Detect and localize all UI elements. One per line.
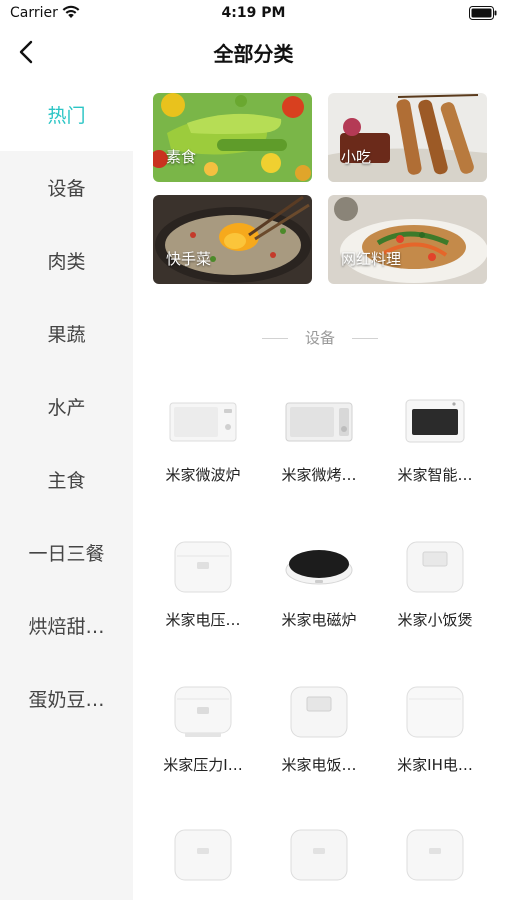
device-item[interactable] <box>377 823 493 885</box>
mini-rice-cooker-image <box>377 535 493 597</box>
sidebar-item-label: 果蔬 <box>47 324 86 346</box>
device-name: 米家IH电… <box>397 756 473 774</box>
microwave-oven-image <box>261 390 377 452</box>
sidebar-item-three-meals[interactable]: 一日三餐 <box>0 516 133 589</box>
quick-dish-photo <box>153 195 312 284</box>
hot-card-quick-dishes[interactable]: 快手菜 <box>153 195 312 284</box>
sidebar-item-dairy[interactable]: 蛋奶豆… <box>0 662 133 735</box>
status-bar: Carrier 4:19 PM <box>0 0 507 28</box>
sidebar-item-hot[interactable]: 热门 <box>0 78 133 151</box>
device-item[interactable]: 米家电饭… <box>261 680 377 775</box>
device-item[interactable]: 米家IH电… <box>377 680 493 775</box>
clock: 4:19 PM <box>221 5 286 21</box>
ih-rice-cooker-image <box>377 680 493 742</box>
pressure-cooker-image <box>145 680 261 742</box>
device-name: 米家智能… <box>397 466 473 484</box>
device-item[interactable]: 米家电磁炉 <box>261 535 377 630</box>
sidebar-item-label: 水产 <box>47 397 86 419</box>
navigation-bar: 全部分类 <box>0 28 507 78</box>
sidebar-item-produce[interactable]: 果蔬 <box>0 297 133 370</box>
microwave-image <box>145 390 261 452</box>
sidebar-item-label: 蛋奶豆… <box>28 689 105 711</box>
device-item[interactable]: 米家小饭煲 <box>377 535 493 630</box>
main-content: 素食 小吃 快手菜 网红料理 设备 米家微波炉 米家微烤… 米家智能… 米家电压… <box>133 78 507 900</box>
sidebar-item-label: 主食 <box>47 470 86 492</box>
divider-line <box>352 338 378 339</box>
device-item[interactable]: 米家压力I… <box>145 680 261 775</box>
device-item[interactable]: 米家电压… <box>145 535 261 630</box>
device-name: 米家压力I… <box>163 756 243 774</box>
hot-card-label: 快手菜 <box>166 250 212 268</box>
hot-card-vegetarian[interactable]: 素食 <box>153 93 312 182</box>
category-sidebar: 热门 设备 肉类 果蔬 水产 主食 一日三餐 烘焙甜… 蛋奶豆… <box>0 78 133 900</box>
device-name: 米家电压… <box>165 611 241 629</box>
sidebar-item-staples[interactable]: 主食 <box>0 443 133 516</box>
devices-section-title: 设备 <box>133 327 507 348</box>
devices-section-label: 设备 <box>304 329 335 347</box>
sidebar-item-label: 设备 <box>47 178 86 200</box>
hot-card-snacks[interactable]: 小吃 <box>328 93 487 182</box>
smart-oven-image <box>377 390 493 452</box>
sidebar-item-devices[interactable]: 设备 <box>0 151 133 224</box>
device-item[interactable]: 米家微烤… <box>261 390 377 485</box>
device-name: 米家微波炉 <box>165 466 241 484</box>
induction-cooker-image <box>261 535 377 597</box>
vegetarian-dish-photo <box>153 93 312 182</box>
rice-cooker-image <box>261 823 377 885</box>
rice-cooker-image <box>145 823 261 885</box>
device-name: 米家小饭煲 <box>397 611 473 629</box>
sidebar-item-label: 一日三餐 <box>28 543 105 565</box>
hot-card-label: 素食 <box>166 148 197 166</box>
trending-dish-photo <box>328 195 487 284</box>
hot-card-label: 网红料理 <box>341 250 402 268</box>
hot-card-label: 小吃 <box>341 148 372 166</box>
device-name: 米家电磁炉 <box>281 611 357 629</box>
sidebar-item-meat[interactable]: 肉类 <box>0 224 133 297</box>
device-item[interactable]: 米家智能… <box>377 390 493 485</box>
device-item[interactable] <box>261 823 377 885</box>
sidebar-item-label: 烘焙甜… <box>28 616 105 638</box>
battery-icon <box>469 6 497 20</box>
sidebar-item-baking[interactable]: 烘焙甜… <box>0 589 133 662</box>
device-item[interactable]: 米家微波炉 <box>145 390 261 485</box>
device-item[interactable] <box>145 823 261 885</box>
rice-cooker-image <box>261 680 377 742</box>
divider-line <box>261 338 288 339</box>
hot-card-trending[interactable]: 网红料理 <box>328 195 487 284</box>
device-name: 米家微烤… <box>281 466 357 484</box>
snacks-dish-photo <box>328 93 487 182</box>
device-name: 米家电饭… <box>281 756 357 774</box>
rice-cooker-image <box>377 823 493 885</box>
sidebar-item-label: 肉类 <box>47 251 86 273</box>
sidebar-item-label: 热门 <box>47 105 86 127</box>
page-title: 全部分类 <box>213 42 294 66</box>
sidebar-item-seafood[interactable]: 水产 <box>0 370 133 443</box>
rice-cooker-image <box>145 535 261 597</box>
